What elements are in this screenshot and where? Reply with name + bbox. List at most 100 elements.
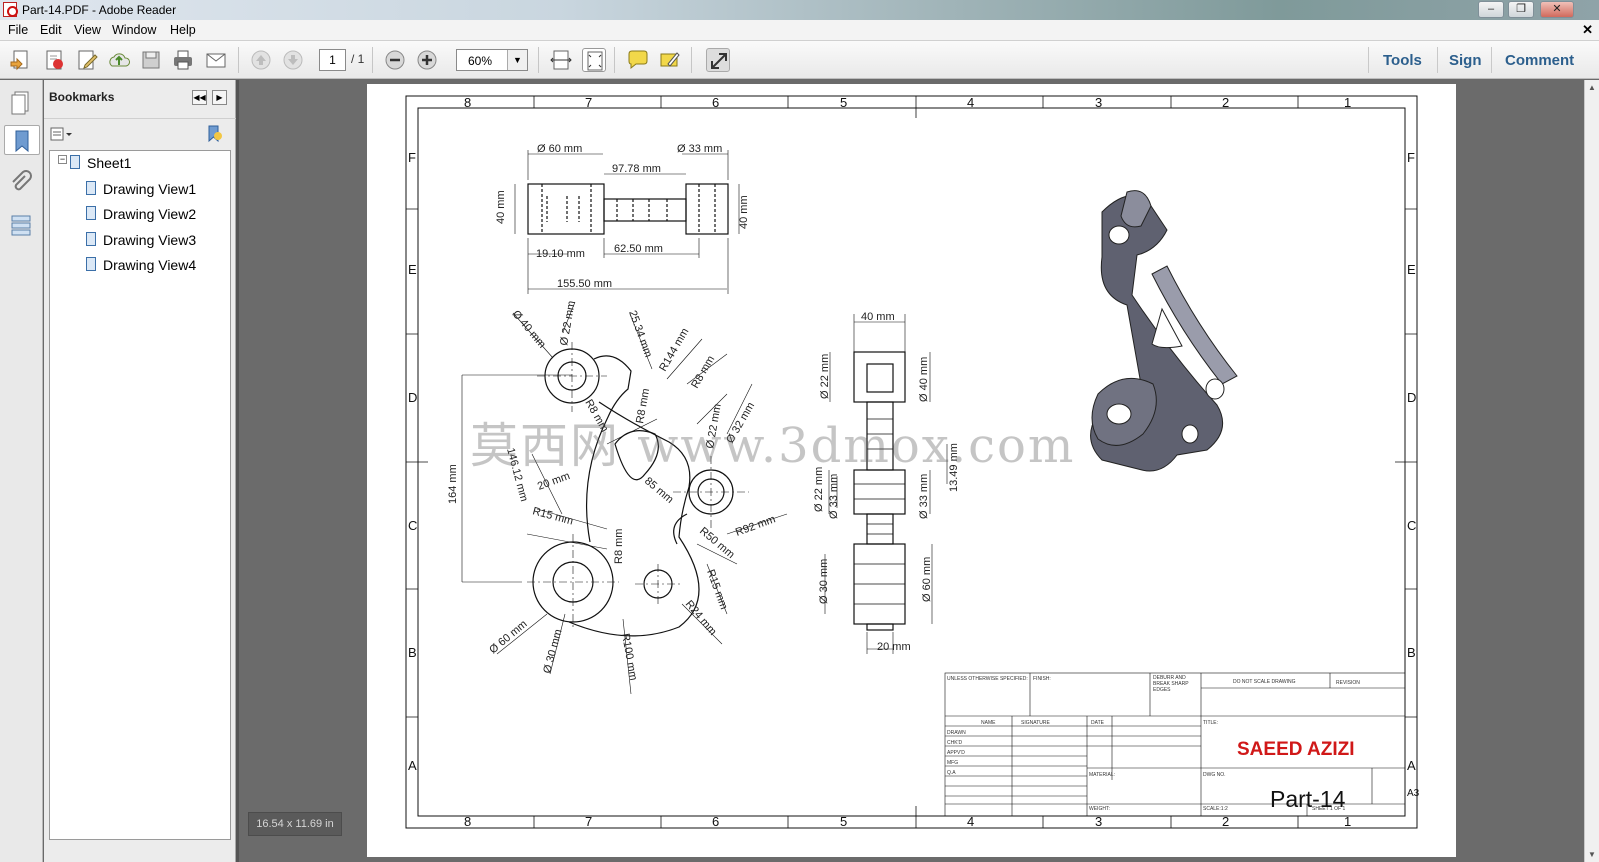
zone-top-1: 1 [1344,95,1351,110]
svg-text:F: F [408,150,416,165]
menu-help[interactable]: Help [170,23,196,37]
svg-text:40 mm: 40 mm [495,190,507,224]
tools-link[interactable]: Tools [1383,52,1422,69]
zoom-out-icon[interactable] [383,48,407,72]
svg-text:Ø 60 mm: Ø 60 mm [487,618,529,656]
window-title: Part-14.PDF - Adobe Reader [22,3,177,17]
next-page-icon[interactable] [281,48,305,72]
comment-icon[interactable] [626,48,650,72]
collapse-toggle[interactable]: − [58,155,67,164]
page-thumbnails-icon[interactable] [6,88,36,118]
svg-text:MATERIAL:: MATERIAL: [1089,772,1115,778]
svg-text:Ø 30 mm: Ø 30 mm [818,559,830,604]
menu-view[interactable]: View [74,23,101,37]
svg-text:164 mm: 164 mm [447,464,459,504]
minimize-button[interactable]: – [1478,1,1504,18]
svg-text:97.78 mm: 97.78 mm [612,163,661,175]
svg-text:40 mm: 40 mm [738,195,750,229]
svg-text:R144 mm: R144 mm [657,326,691,373]
zone-bottom-8: 8 [464,814,471,829]
svg-text:R100 mm: R100 mm [619,632,639,681]
svg-text:Ø 33 mm: Ø 33 mm [677,143,722,155]
menu-file[interactable]: File [8,23,28,37]
svg-text:B: B [1407,645,1416,660]
fit-page-icon[interactable] [582,48,606,72]
fit-width-icon[interactable] [549,48,573,72]
layers-icon[interactable] [6,210,36,240]
print-icon[interactable] [171,48,195,72]
menu-bar: File Edit View Window Help ✕ [0,20,1599,41]
zone-bottom-7: 7 [585,814,592,829]
watermark: 莫西网 www.3dmox.com [470,418,1076,474]
menu-edit[interactable]: Edit [40,23,62,37]
svg-text:Ø 30 mm: Ø 30 mm [541,628,564,675]
zone-bottom-1: 1 [1344,814,1351,829]
zoom-value: 60% [468,54,493,68]
bookmark-drawing-view1[interactable]: Drawing View1 [86,181,196,197]
create-pdf-icon[interactable] [9,48,33,72]
svg-text:E: E [1407,262,1416,277]
svg-text:DATE: DATE [1091,720,1105,726]
zone-bottom-3: 3 [1095,814,1102,829]
svg-text:D: D [408,390,417,405]
svg-text:155.50 mm: 155.50 mm [557,278,612,290]
page-number-input[interactable]: 1 [319,49,346,71]
upload-cloud-icon[interactable] [107,48,131,72]
email-icon[interactable] [204,48,228,72]
highlight-icon[interactable] [658,48,682,72]
zone-bottom-6: 6 [712,814,719,829]
zone-top-3: 3 [1095,95,1102,110]
zone-bottom-5: 5 [840,814,847,829]
svg-text:DRAWN: DRAWN [947,730,966,736]
svg-text:F: F [1407,150,1415,165]
svg-text:E: E [408,262,417,277]
edit-pdf-icon[interactable] [75,48,99,72]
svg-text:Ø 60 mm: Ø 60 mm [921,557,933,602]
sheet-size: A3 [1407,788,1420,799]
zone-top-6: 6 [712,95,719,110]
zoom-in-icon[interactable] [415,48,439,72]
svg-text:19.10 mm: 19.10 mm [536,248,585,260]
sign-link[interactable]: Sign [1449,52,1482,69]
svg-text:TITLE:: TITLE: [1203,720,1218,726]
attachments-icon[interactable] [6,168,36,198]
zoom-select[interactable]: 60% ▼ [456,49,528,71]
bookmark-tree: − Sheet1 Drawing View1 Drawing View2 Dra… [49,150,231,840]
svg-text:WEIGHT:: WEIGHT: [1089,806,1110,812]
bookmark-drawing-view2[interactable]: Drawing View2 [86,206,196,222]
new-bookmark-icon[interactable] [204,123,224,143]
svg-text:D: D [1407,390,1416,405]
svg-text:FINISH:: FINISH: [1033,676,1051,682]
svg-text:R92 mm: R92 mm [734,513,777,538]
svg-text:CHK'D: CHK'D [947,740,963,746]
bookmarks-panel: Bookmarks ◀◀ ▶ − Sheet1 Drawing View1 Dr… [44,80,236,862]
bookmark-sheet1[interactable]: Sheet1 [70,155,131,171]
svg-text:C: C [1407,518,1416,533]
options-menu-icon[interactable] [50,125,74,143]
close-window-button[interactable]: ✕ [1540,1,1574,18]
zone-top-8: 8 [464,95,471,110]
collapse-panel-icon[interactable]: ◀◀ [192,90,207,105]
previous-page-icon[interactable] [249,48,273,72]
vertical-scrollbar[interactable]: ▲ ▼ [1584,80,1599,862]
svg-text:Q.A: Q.A [947,770,956,776]
svg-text:SCALE:1:2: SCALE:1:2 [1203,806,1228,812]
fullscreen-icon[interactable] [706,48,730,72]
bookmark-drawing-view4[interactable]: Drawing View4 [86,257,196,273]
svg-text:REVISION: REVISION [1336,680,1360,686]
svg-text:R15 mm: R15 mm [704,568,729,611]
maximize-button[interactable]: ❐ [1508,1,1534,18]
comment-link[interactable]: Comment [1505,52,1574,69]
adobe-reader-icon [3,2,18,17]
expand-panel-icon[interactable]: ▶ [212,90,227,105]
bookmarks-title: Bookmarks [49,90,115,104]
close-document-button[interactable]: ✕ [1582,22,1593,38]
bookmark-drawing-view3[interactable]: Drawing View3 [86,232,196,248]
save-icon[interactable] [139,48,163,72]
chevron-down-icon[interactable]: ▼ [507,50,527,70]
menu-window[interactable]: Window [112,23,156,37]
svg-text:R8 mm: R8 mm [613,529,625,564]
combine-pdf-icon[interactable] [42,48,66,72]
bookmarks-panel-icon[interactable] [4,125,40,155]
svg-text:EDGES: EDGES [1153,687,1171,693]
